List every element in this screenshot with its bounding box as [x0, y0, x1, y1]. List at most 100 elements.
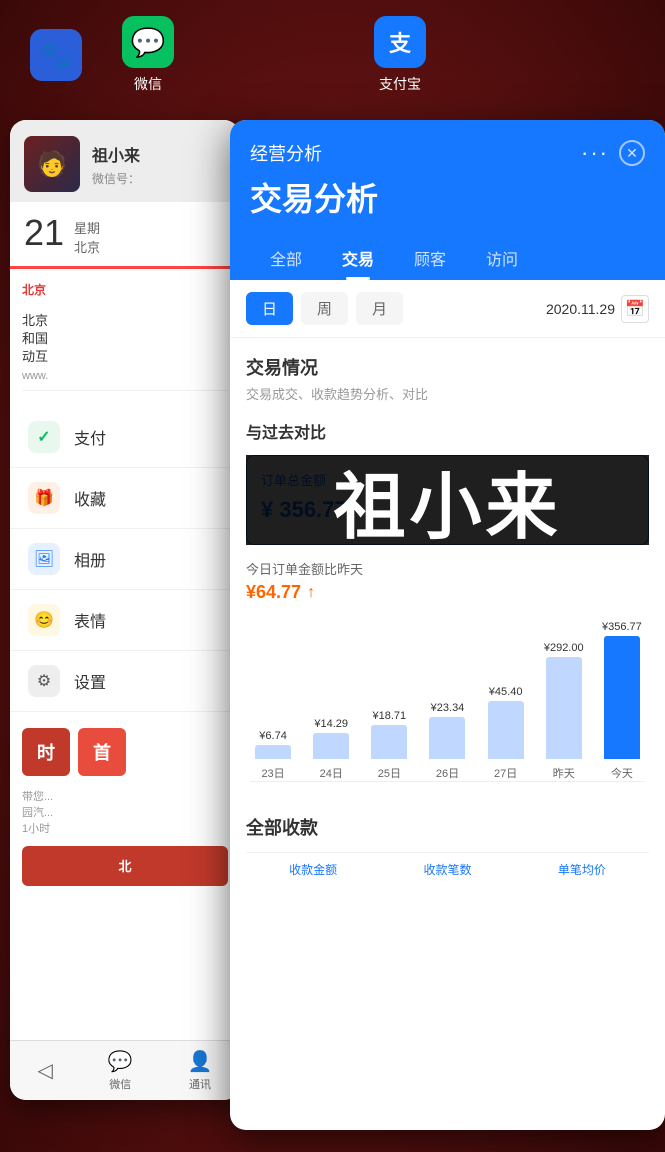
tab-visit[interactable]: 访问	[466, 236, 538, 280]
month-button[interactable]: 月	[356, 292, 403, 325]
receipts-cols: 收款金额 收款笔数 单笔均价	[246, 852, 649, 878]
alipay-app-icon[interactable]: 支 支付宝	[374, 16, 426, 94]
alipay-close-button[interactable]: ✕	[619, 140, 645, 166]
alipay-dots-button[interactable]: ···	[581, 140, 609, 166]
week-button[interactable]: 周	[301, 292, 348, 325]
alipay-app-label: 支付宝	[379, 74, 421, 94]
day-button[interactable]: 日	[246, 292, 293, 325]
news-1-title: 北京和国动互	[22, 312, 48, 367]
tab-customer[interactable]: 顾客	[394, 236, 466, 280]
bar-group: ¥23.3426日	[420, 621, 474, 781]
alipay-header-top: 经营分析 ··· ✕	[250, 140, 645, 166]
wechat-menu-collect[interactable]: 🎁 收藏	[10, 468, 240, 529]
transaction-title: 交易情况	[246, 354, 649, 380]
bar-value-label: ¥292.00	[544, 642, 584, 654]
bar-value-label: ¥18.71	[373, 710, 407, 722]
wechat-content: 北京 北京和国动互 www.	[10, 273, 240, 399]
bar-date-label: 25日	[378, 765, 401, 781]
comparison-label: 今日订单金额比昨天	[246, 559, 649, 578]
tab-all[interactable]: 全部	[250, 236, 322, 280]
wechat-bottom-desc: 带您...园汽...1小时	[10, 784, 240, 842]
wechat-menu-emoji[interactable]: 😊 表情	[10, 590, 240, 651]
bar-date-label: 24日	[320, 765, 343, 781]
wechat-avatar: 🧑	[24, 136, 80, 192]
wechat-username: 祖小来	[92, 142, 226, 166]
alipay-tabs: 全部 交易 顾客 访问	[250, 236, 645, 280]
watermark-overlay: 祖小来	[246, 455, 649, 545]
bar-date-label: 今天	[611, 765, 633, 781]
tab-trade[interactable]: 交易	[322, 236, 394, 280]
wechat-counter-area: 21 星期 北京	[10, 202, 240, 266]
comparison-text-area: 今日订单金额比昨天 ¥64.77 ↑	[230, 545, 665, 611]
beijing-label: 北京	[22, 281, 228, 298]
collect-icon: 🎁	[28, 482, 60, 514]
bar-element	[488, 701, 524, 759]
wechat-nav-contacts[interactable]: 👤 通讯	[188, 1049, 213, 1092]
red-accent	[10, 266, 240, 269]
bar-value-label: ¥356.77	[602, 621, 642, 633]
album-label: 相册	[74, 547, 106, 571]
news-thumb-1: 时	[22, 728, 70, 776]
wechat-menu-album[interactable]: 🖼 相册	[10, 529, 240, 590]
receipts-col-1: 收款金额	[246, 861, 380, 878]
comparison-arrow-icon: ↑	[307, 584, 315, 602]
bar-element	[255, 745, 291, 759]
pay-icon: ✓	[28, 421, 60, 453]
wechat-counter: 21	[24, 212, 64, 254]
back-icon: ◁	[37, 1058, 52, 1083]
wechat-app-icon[interactable]: 💬 微信	[122, 16, 174, 94]
news-banner-red: 北	[22, 846, 228, 886]
emoji-icon: 😊	[28, 604, 60, 636]
bar-group: ¥18.71 25日	[362, 621, 416, 781]
wechat-userid: 微信号：	[92, 170, 226, 187]
chat-icon: 💬	[108, 1049, 133, 1074]
wechat-menu: ✓ 支付 🎁 收藏 🖼 相册 😊 表情 ⚙ 设置	[10, 399, 240, 720]
bar-chart-container: ¥6.7423日¥14.2924日¥18.7125日¥23.3426日¥45.4…	[240, 621, 655, 781]
bar-group: ¥6.7423日	[246, 621, 300, 781]
pay-label: 支付	[74, 425, 106, 449]
wechat-icon: 💬	[122, 16, 174, 68]
chart-x-divider	[250, 781, 645, 782]
receipts-col-2-label: 收款笔数	[380, 861, 514, 878]
bar-value-label: ¥6.74	[259, 730, 287, 742]
settings-label: 设置	[74, 669, 106, 693]
bar-group: ¥356.77 今天	[595, 621, 649, 781]
full-receipts-title: 全部收款	[246, 814, 649, 840]
comparison-value: ¥64.77 ↑	[246, 582, 649, 603]
bar-group: ¥14.2924日	[304, 621, 358, 781]
comparison-amount: ¥64.77	[246, 582, 301, 603]
bar-group: ¥292.00昨天	[537, 621, 591, 781]
wechat-weekday: 星期	[74, 218, 100, 237]
alipay-header-actions: ··· ✕	[581, 140, 645, 166]
bar-element	[604, 636, 640, 759]
watermark-text: 祖小来	[333, 448, 561, 553]
wechat-user-info: 祖小来 微信号：	[92, 142, 226, 187]
settings-icon: ⚙	[28, 665, 60, 697]
wechat-nav-chat[interactable]: 💬 微信	[108, 1049, 133, 1092]
wechat-menu-pay[interactable]: ✓ 支付	[10, 407, 240, 468]
app-switcher-bar: 🐾 💬 微信 支 支付宝	[0, 0, 665, 110]
wechat-bottom-news: 时 首	[10, 720, 240, 784]
wechat-city: 北京	[74, 237, 100, 256]
wechat-header: 🧑 祖小来 微信号：	[10, 120, 240, 202]
transaction-subtitle: 交易成交、收款趋势分析、对比	[246, 384, 649, 403]
album-icon: 🖼	[28, 543, 60, 575]
wechat-card: 🧑 祖小来 微信号： 21 星期 北京 北京 北京和国动互 www.	[10, 120, 240, 1100]
calendar-icon: 📅	[621, 295, 649, 323]
receipts-col-1-label: 收款金额	[246, 861, 380, 878]
alipay-header-title: 经营分析	[250, 140, 322, 166]
news-thumb-2: 首	[78, 728, 126, 776]
wechat-nav-chat-label: 微信	[109, 1076, 131, 1092]
date-picker[interactable]: 2020.11.29 📅	[546, 295, 649, 323]
baidu-icon: 🐾	[30, 29, 82, 81]
contacts-icon: 👤	[188, 1049, 213, 1074]
date-value: 2020.11.29	[546, 301, 615, 317]
baidu-app-icon[interactable]: 🐾	[30, 29, 82, 81]
bar-date-label: 26日	[436, 765, 459, 781]
transaction-section: 交易情况 交易成交、收款趋势分析、对比 与过去对比 订单总金额 ¥ 356.77…	[230, 338, 665, 545]
alipay-big-title: 交易分析	[250, 174, 645, 220]
wechat-menu-settings[interactable]: ⚙ 设置	[10, 651, 240, 712]
wechat-nav-back[interactable]: ◁	[37, 1058, 52, 1083]
stats-cards-container: 订单总金额 ¥ 356.77 祖小来	[246, 455, 649, 545]
bar-element	[371, 725, 407, 759]
